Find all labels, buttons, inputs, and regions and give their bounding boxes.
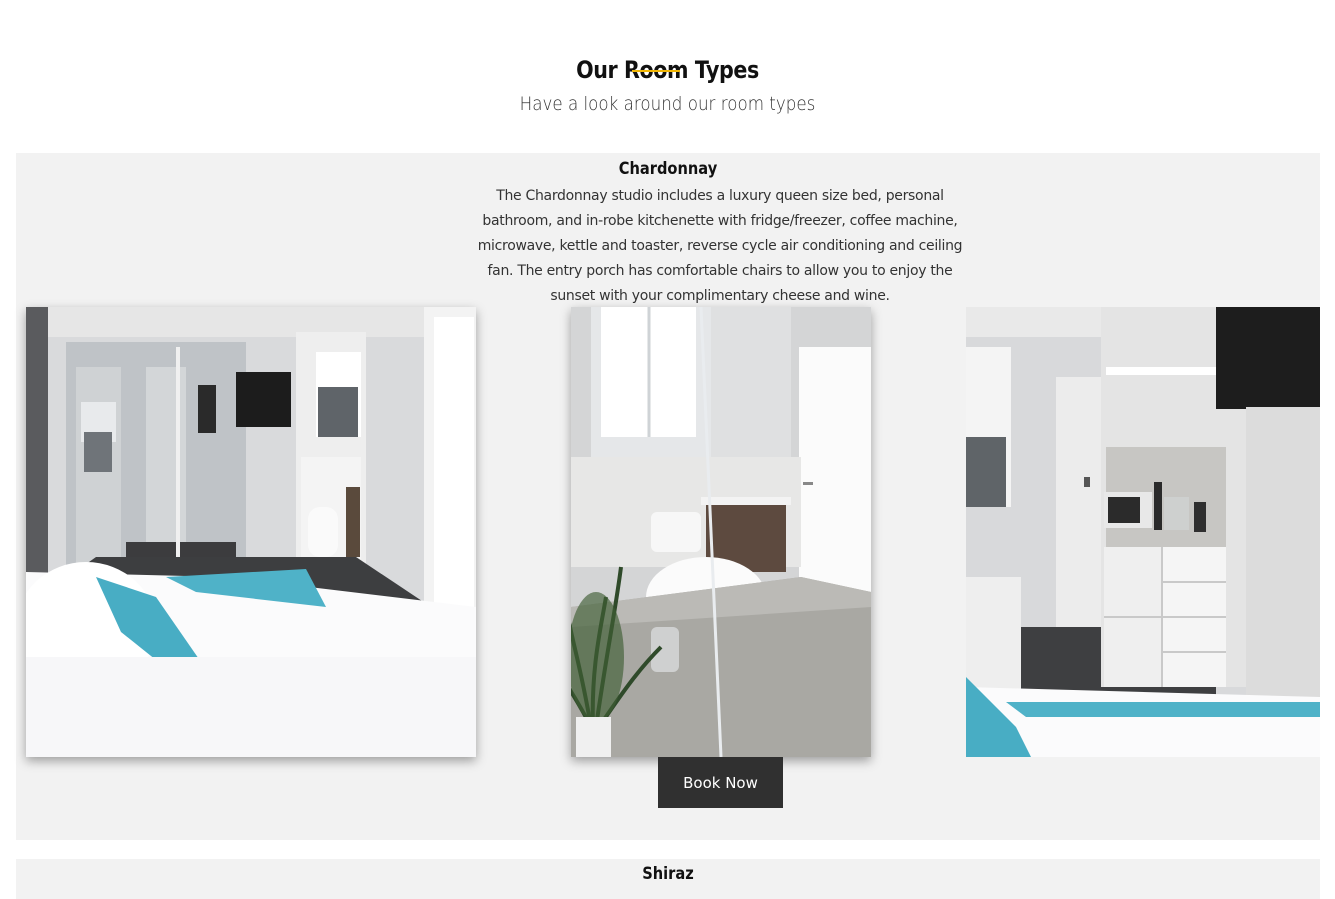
room-description: The Chardonnay studio includes a luxury … [477,188,963,304]
room-card-chardonnay: Chardonnay The Chardonnay studio include… [16,153,1320,840]
title-underline [632,70,680,72]
room-card-shiraz: Shiraz [16,859,1320,899]
kitchenette-photo[interactable] [966,307,1320,757]
bathroom-photo[interactable] [571,307,871,757]
room-name: Shiraz [642,864,694,884]
room-name: Chardonnay [618,159,718,179]
section-subtitle: Have a look around our room types [519,93,816,115]
bedroom-photo[interactable] [26,307,476,757]
book-now-button[interactable]: Book Now [658,757,783,808]
